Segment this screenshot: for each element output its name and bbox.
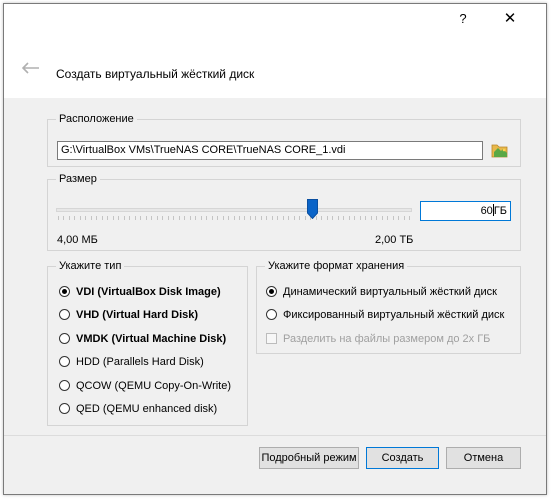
radio-button[interactable]	[59, 333, 70, 344]
storage-option-label: Фиксированный виртуальный жёсткий диск	[283, 309, 505, 321]
disk-type-group: Укажите тип VDI (VirtualBox Disk Image) …	[47, 259, 248, 426]
disk-type-group-label: Укажите тип	[56, 259, 125, 273]
size-max-label: 2,00 ТБ	[375, 234, 414, 246]
radio-button[interactable]	[59, 309, 70, 320]
page-title: Создать виртуальный жёсткий диск	[56, 67, 255, 81]
radio-button[interactable]	[266, 309, 277, 320]
close-button[interactable]: ✕	[499, 8, 521, 30]
split-files-label: Разделить на файлы размером до 2х ГБ	[283, 333, 491, 345]
disk-type-option-label: HDD (Parallels Hard Disk)	[76, 356, 204, 368]
file-path-input[interactable]: G:\VirtualBox VMs\TrueNAS CORE\TrueNAS C…	[57, 141, 483, 160]
storage-format-group: Укажите формат хранения Динамический вир…	[256, 259, 521, 354]
split-files-checkbox	[266, 333, 277, 344]
disk-type-option-label: VMDK (Virtual Machine Disk)	[76, 333, 227, 345]
create-button[interactable]: Создать	[366, 447, 439, 469]
footer-separator	[4, 435, 546, 436]
location-group: Расположение G:\VirtualBox VMs\TrueNAS C…	[47, 112, 521, 167]
cancel-button[interactable]: Отмена	[446, 447, 521, 469]
size-unit: ГБ	[493, 205, 507, 217]
size-slider-ticks	[58, 216, 410, 220]
title-bar: ? ✕	[4, 4, 546, 34]
dialog-window: ? ✕ Создать виртуальный жёсткий диск Рас…	[3, 3, 547, 495]
radio-button[interactable]	[59, 380, 70, 391]
radio-button[interactable]	[59, 403, 70, 414]
size-slider-track[interactable]	[56, 208, 412, 212]
expert-mode-button[interactable]: Подробный режим	[259, 447, 359, 469]
back-arrow-icon[interactable]	[22, 62, 40, 74]
disk-type-option-label: QED (QEMU enhanced disk)	[76, 403, 218, 415]
disk-type-option-label: QCOW (QEMU Copy-On-Write)	[76, 380, 232, 392]
location-group-label: Расположение	[56, 112, 137, 126]
storage-option-label: Динамический виртуальный жёсткий диск	[283, 286, 497, 298]
radio-button[interactable]	[266, 286, 277, 297]
disk-type-option-label: VHD (Virtual Hard Disk)	[76, 309, 199, 321]
size-slider-thumb[interactable]	[306, 199, 318, 219]
help-button[interactable]: ?	[452, 8, 474, 30]
size-input[interactable]: 60ГБ	[420, 201, 511, 221]
size-value: 60	[480, 205, 493, 217]
storage-format-group-label: Укажите формат хранения	[265, 259, 408, 273]
size-group: Размер 60ГБ 4,00 МБ 2,00 ТБ	[47, 172, 521, 251]
folder-icon[interactable]	[489, 139, 511, 161]
size-min-label: 4,00 МБ	[57, 234, 98, 246]
radio-button[interactable]	[59, 356, 70, 367]
wizard-header: Создать виртуальный жёсткий диск	[4, 34, 546, 98]
size-group-label: Размер	[56, 172, 100, 186]
radio-button[interactable]	[59, 286, 70, 297]
disk-type-option-label: VDI (VirtualBox Disk Image)	[76, 286, 221, 298]
